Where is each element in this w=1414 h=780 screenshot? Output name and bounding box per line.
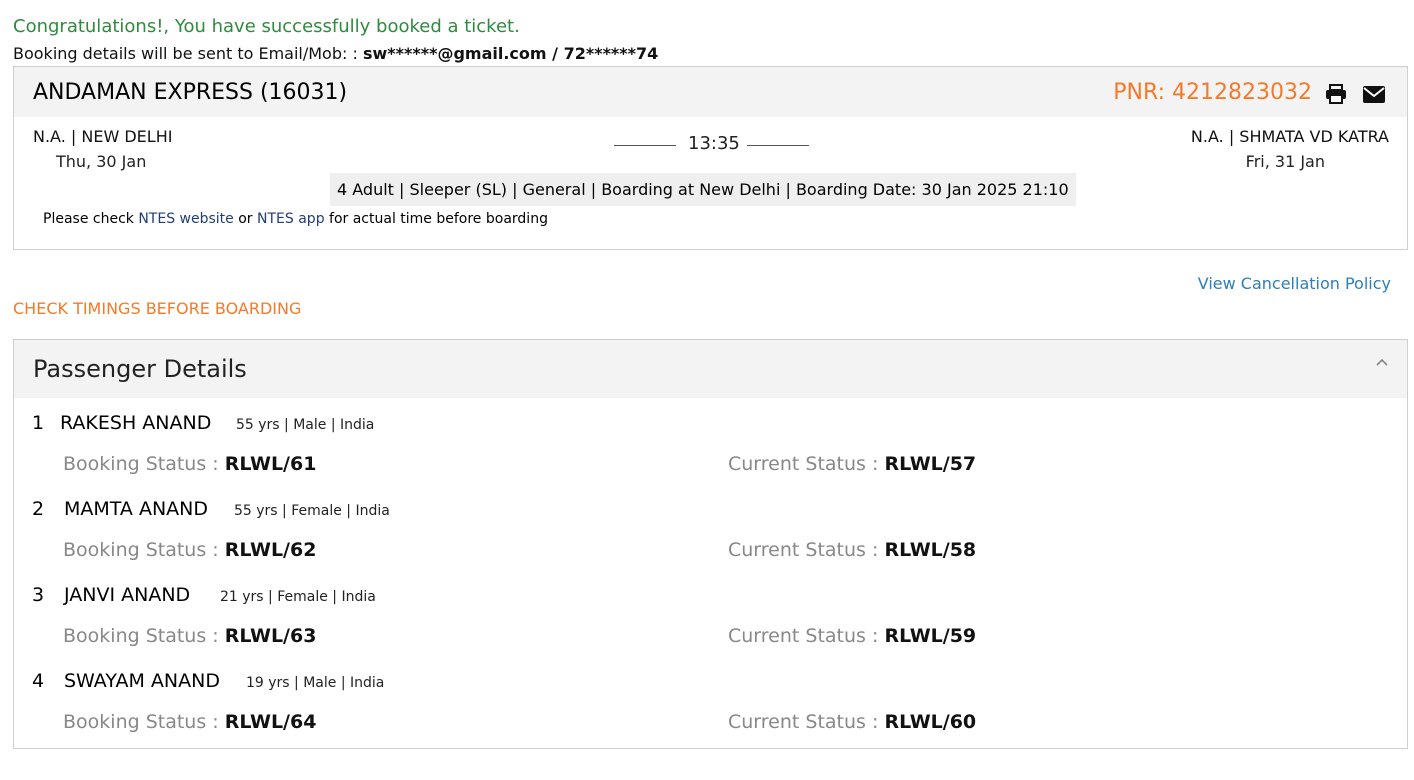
sent-prefix: Booking details will be sent to Email/Mo… bbox=[13, 44, 363, 63]
booking-status-label: Booking Status : bbox=[63, 539, 225, 561]
arrival-date: Fri, 31 Jan bbox=[1245, 152, 1325, 171]
passenger-details-title: Passenger Details bbox=[33, 355, 247, 383]
passenger-row: 3 JANVI ANAND 21 yrs | Female | India Bo… bbox=[14, 584, 1407, 670]
booking-status: Booking Status : RLWL/63 bbox=[63, 625, 316, 647]
booking-status: Booking Status : RLWL/61 bbox=[63, 453, 316, 475]
sent-contact: sw******@gmail.com / 72******74 bbox=[362, 44, 659, 63]
current-status-value: RLWL/60 bbox=[884, 711, 977, 733]
passenger-name: MAMTA ANAND bbox=[64, 498, 209, 520]
passenger-details-card: Passenger Details 1 RAKESH ANAND 55 yrs … bbox=[13, 339, 1408, 749]
ntes-note-suffix: for actual time before boarding bbox=[324, 211, 548, 227]
current-status-value: RLWL/59 bbox=[884, 625, 977, 647]
ntes-app-link[interactable]: NTES app bbox=[257, 211, 325, 227]
view-cancellation-policy-link[interactable]: View Cancellation Policy bbox=[1198, 274, 1391, 293]
passenger-meta: 55 yrs | Male | India bbox=[236, 417, 375, 433]
passenger-number: 2 bbox=[32, 498, 45, 520]
departure-station: N.A. | NEW DELHI bbox=[33, 127, 173, 146]
chevron-up-icon[interactable] bbox=[1375, 357, 1389, 367]
booking-status-label: Booking Status : bbox=[63, 453, 225, 475]
current-status-label: Current Status : bbox=[728, 625, 885, 647]
passenger-number: 3 bbox=[32, 584, 45, 606]
passenger-name: SWAYAM ANAND bbox=[64, 670, 220, 692]
passenger-meta: 21 yrs | Female | India bbox=[220, 589, 376, 605]
current-status: Current Status : RLWL/59 bbox=[728, 625, 976, 647]
passenger-name: JANVI ANAND bbox=[64, 584, 191, 606]
duration-divider-right bbox=[747, 145, 809, 146]
passenger-number: 1 bbox=[32, 412, 45, 434]
duration-divider-left bbox=[614, 145, 676, 146]
current-status-label: Current Status : bbox=[728, 539, 885, 561]
ntes-website-link[interactable]: NTES website bbox=[138, 211, 233, 227]
booking-sent-info: Booking details will be sent to Email/Mo… bbox=[13, 44, 658, 63]
passenger-meta: 19 yrs | Male | India bbox=[246, 675, 385, 691]
current-status: Current Status : RLWL/60 bbox=[728, 711, 976, 733]
ntes-note: Please check NTES website or NTES app fo… bbox=[43, 211, 548, 227]
ntes-note-mid: or bbox=[233, 211, 258, 227]
departure-date: Thu, 30 Jan bbox=[56, 152, 147, 171]
booking-status: Booking Status : RLWL/62 bbox=[63, 539, 316, 561]
ntes-note-prefix: Please check bbox=[43, 211, 139, 227]
passenger-row: 1 RAKESH ANAND 55 yrs | Male | India Boo… bbox=[14, 412, 1407, 498]
current-status-label: Current Status : bbox=[728, 453, 885, 475]
current-status-value: RLWL/57 bbox=[884, 453, 977, 475]
current-status-value: RLWL/58 bbox=[884, 539, 977, 561]
booking-status-value: RLWL/61 bbox=[224, 453, 317, 475]
passenger-name: RAKESH ANAND bbox=[60, 412, 212, 434]
passenger-row: 4 SWAYAM ANAND 19 yrs | Male | India Boo… bbox=[14, 670, 1407, 756]
booking-status-value: RLWL/62 bbox=[224, 539, 317, 561]
current-status: Current Status : RLWL/58 bbox=[728, 539, 976, 561]
booking-status-value: RLWL/63 bbox=[224, 625, 317, 647]
print-icon[interactable] bbox=[1325, 84, 1347, 104]
passenger-row: 2 MAMTA ANAND 55 yrs | Female | India Bo… bbox=[14, 498, 1407, 584]
arrival-station: N.A. | SHMATA VD KATRA bbox=[1190, 127, 1389, 146]
booking-status-value: RLWL/64 bbox=[224, 711, 317, 733]
passenger-meta: 55 yrs | Female | India bbox=[234, 503, 390, 519]
booking-status: Booking Status : RLWL/64 bbox=[63, 711, 316, 733]
mail-icon[interactable] bbox=[1363, 86, 1385, 103]
booking-status-label: Booking Status : bbox=[63, 711, 225, 733]
train-details-card: ANDAMAN EXPRESS (16031) PNR: 4212823032 … bbox=[13, 66, 1408, 250]
passenger-details-header[interactable]: Passenger Details bbox=[14, 340, 1407, 398]
booking-summary: 4 Adult | Sleeper (SL) | General | Board… bbox=[330, 173, 1076, 206]
train-name: ANDAMAN EXPRESS (16031) bbox=[33, 80, 348, 105]
train-header: ANDAMAN EXPRESS (16031) PNR: 4212823032 bbox=[14, 67, 1407, 117]
success-message: Congratulations!, You have successfully … bbox=[13, 16, 520, 37]
current-status: Current Status : RLWL/57 bbox=[728, 453, 976, 475]
current-status-label: Current Status : bbox=[728, 711, 885, 733]
pnr-number: PNR: 4212823032 bbox=[1113, 80, 1312, 105]
passenger-number: 4 bbox=[32, 670, 45, 692]
check-timings-link[interactable]: CHECK TIMINGS BEFORE BOARDING bbox=[13, 299, 301, 318]
journey-duration: 13:35 bbox=[688, 133, 740, 154]
booking-status-label: Booking Status : bbox=[63, 625, 225, 647]
